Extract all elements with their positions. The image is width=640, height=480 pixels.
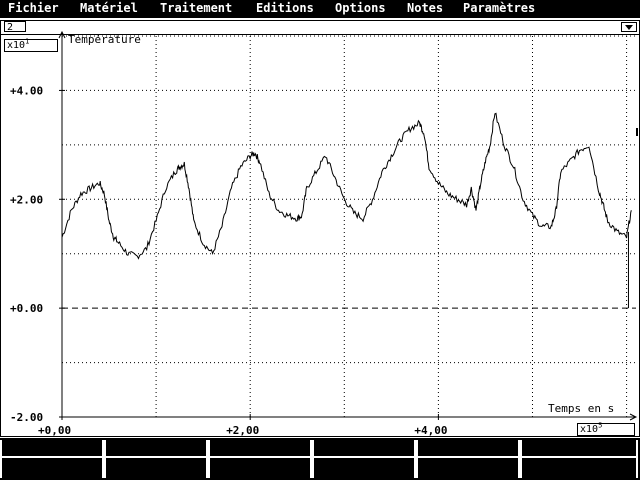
temperature-series-line [61, 112, 632, 260]
function-key-5[interactable] [416, 440, 520, 478]
x-tick-label: +0,00 [38, 424, 71, 437]
function-key-3[interactable] [208, 440, 312, 478]
cursor-marker [636, 128, 638, 136]
function-key-4[interactable] [312, 440, 416, 478]
y-tick-label: -2.00 [10, 411, 43, 424]
x-tick-label: +2,00 [226, 424, 259, 437]
function-key-bar [0, 438, 640, 480]
x-axis-multiplier: x105 [577, 422, 635, 436]
function-key-2[interactable] [104, 440, 208, 478]
y-tick-label: +0.00 [10, 302, 43, 315]
y-tick-label: +4.00 [10, 84, 43, 97]
x-tick-label: +4,00 [414, 424, 447, 437]
y-axis-title: Température [68, 33, 141, 46]
y-tick-label: +2.00 [10, 193, 43, 206]
function-key-6[interactable] [520, 440, 638, 478]
chart[interactable]: +4.00 +2.00 +0.00 -2.00+0,00 +2,00 +4,00 [0, 0, 640, 440]
x-axis-title: Temps en s [548, 402, 615, 415]
function-key-1[interactable] [0, 440, 104, 478]
y-axis-multiplier: x101 [4, 38, 58, 52]
